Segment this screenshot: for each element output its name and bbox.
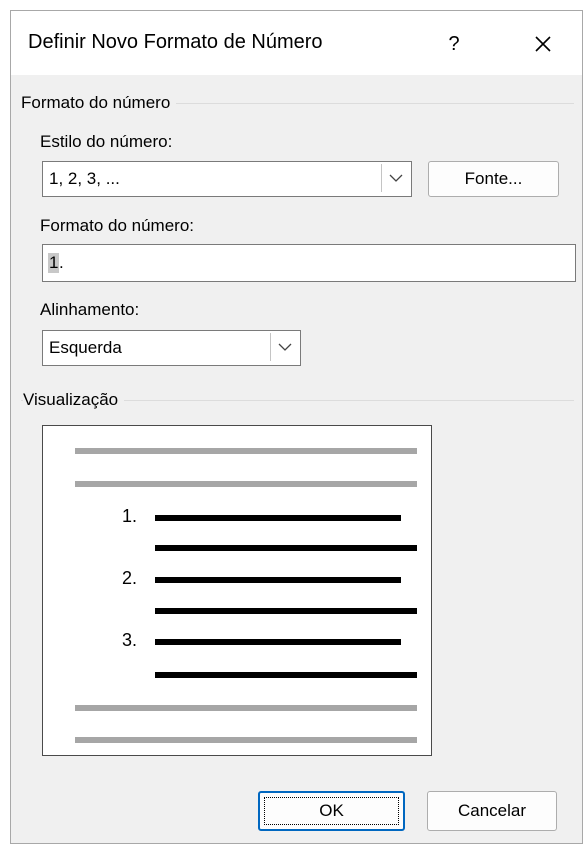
preview-black-line [155,515,401,521]
preview-gray-line [75,737,417,743]
cancel-button[interactable]: Cancelar [427,791,557,831]
ok-button-label: OK [264,797,399,825]
preview-gray-line [75,448,417,454]
number-style-value: 1, 2, 3, ... [49,169,120,188]
number-format-text: . [59,253,64,272]
preview-black-line [155,608,417,614]
alignment-label: Alinhamento: [40,300,140,319]
preview-black-line [155,577,401,583]
alignment-combobox[interactable]: Esquerda [42,330,301,366]
preview-group-label: Visualização [23,390,125,410]
chevron-down-icon[interactable] [381,164,409,192]
preview-gray-line [75,481,417,487]
number-style-combobox[interactable]: 1, 2, 3, ... [42,161,412,197]
chevron-down-icon[interactable] [270,333,298,361]
number-format-label: Formato do número: [40,216,195,235]
preview-black-line [155,672,417,678]
font-button[interactable]: Fonte... [428,161,559,197]
help-button[interactable]: ? [439,29,469,59]
close-button[interactable] [528,29,558,59]
ok-button[interactable]: OK [258,791,405,831]
alignment-value: Esquerda [49,338,122,357]
preview-number-1: 1. [122,506,138,526]
close-icon [535,36,551,52]
new-number-format-dialog: Definir Novo Formato de Número ? Formato… [10,10,583,844]
dialog-title: Definir Novo Formato de Número [28,31,323,53]
number-format-group-label: Formato do número [21,93,177,113]
number-format-selected-text: 1 [48,253,60,273]
preview-black-line [155,545,417,551]
number-style-label: Estilo do número: [40,132,173,151]
preview-number-2: 2. [122,568,138,588]
number-format-input[interactable]: 1 . [42,244,576,282]
title-bar: Definir Novo Formato de Número ? [11,11,582,75]
preview-box: 1. 2. 3. [42,425,432,756]
preview-black-line [155,639,401,645]
preview-number-3: 3. [122,630,138,650]
preview-gray-line [75,705,417,711]
